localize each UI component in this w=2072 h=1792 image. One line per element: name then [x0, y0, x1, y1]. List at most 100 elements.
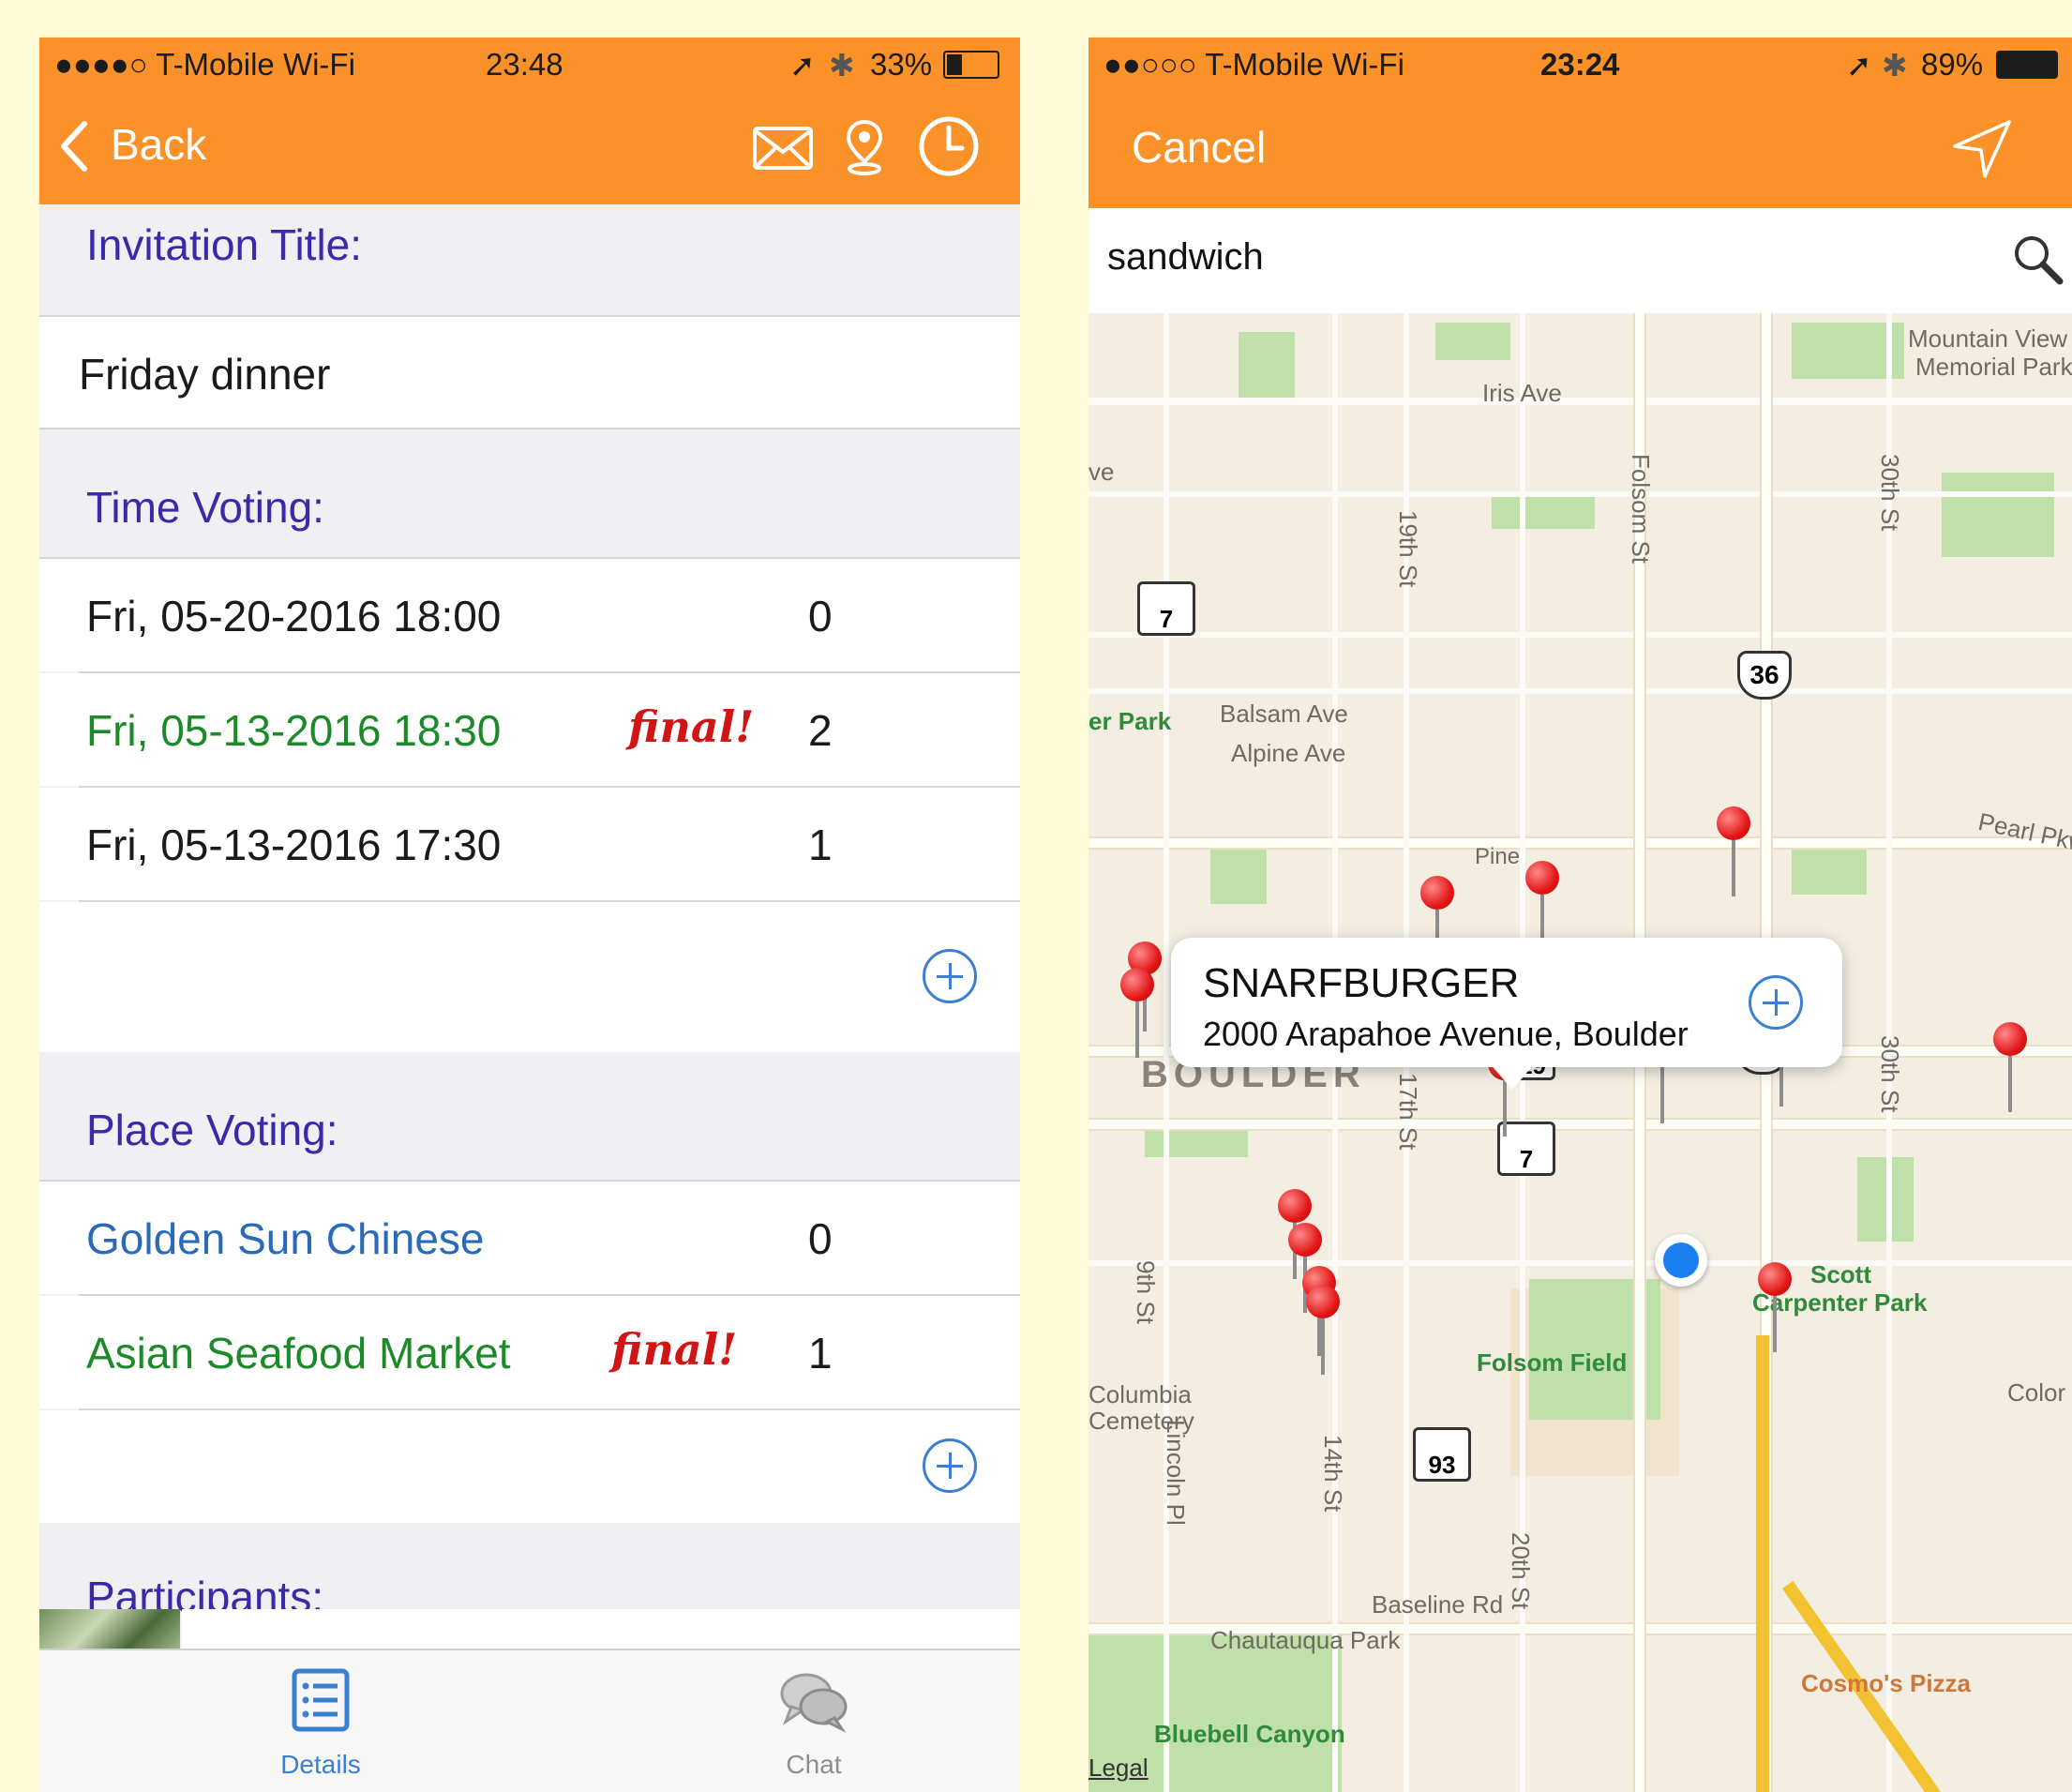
participant-avatar[interactable]	[39, 1609, 180, 1649]
add-place-row	[39, 1410, 1020, 1523]
cancel-button[interactable]: Cancel	[1132, 122, 1266, 173]
street-label: 14th St	[1319, 1435, 1347, 1513]
battery-icon	[943, 51, 999, 79]
bluetooth-icon: ✱	[829, 48, 855, 83]
battery-percent: 33%	[870, 47, 933, 82]
street-label: ve	[1089, 458, 1115, 486]
carrier: ●●○○○ T-Mobile Wi-Fi	[1104, 47, 1404, 82]
clock: 23:24	[1540, 47, 1620, 82]
park-area	[1857, 1157, 1914, 1242]
street-label: 20th St	[1507, 1532, 1535, 1610]
vote-count: 2	[808, 706, 833, 755]
result-pin[interactable]	[1993, 1022, 2027, 1112]
poi-label: Cosmo's Pizza	[1801, 1669, 1972, 1697]
place-voting-label: Place Voting:	[86, 1106, 338, 1154]
road	[1089, 632, 2072, 638]
street-label: 9th St	[1132, 1260, 1160, 1324]
road	[1089, 838, 2072, 848]
carrier: ●●●●○ T-Mobile Wi-Fi	[54, 47, 355, 82]
add-place-button[interactable]	[1749, 975, 1803, 1030]
road	[1089, 398, 2072, 405]
add-place-button[interactable]	[923, 1438, 977, 1493]
result-pin[interactable]	[1645, 1033, 1679, 1123]
nav-bar: Cancel	[1089, 90, 2072, 203]
poi-label: Cemetery	[1089, 1407, 1194, 1435]
street-label: Pearl Pkwy	[1975, 806, 2072, 861]
street-label: 17th St	[1394, 1073, 1422, 1151]
battery-percent: 89%	[1921, 47, 1984, 82]
place-callout[interactable]: SNARFBURGER 2000 Arapahoe Avenue, Boulde…	[1171, 938, 1842, 1090]
envelope-icon[interactable]	[752, 126, 814, 171]
location-pin-icon[interactable]	[844, 118, 885, 176]
road	[1089, 491, 2072, 497]
park-area	[1210, 838, 1267, 904]
tab-bar: Details Chat	[39, 1649, 1020, 1792]
vote-count: 1	[808, 821, 833, 869]
street-label: 30th St	[1876, 1035, 1904, 1113]
tab-chat-label: Chat	[786, 1750, 842, 1779]
us-route-shield: 36	[1737, 651, 1792, 700]
time-option-label: Fri, 05-13-2016 18:30	[86, 706, 502, 755]
list-icon	[292, 1668, 350, 1732]
location-arrow-icon: ➚	[789, 48, 816, 83]
tab-details-label: Details	[280, 1750, 361, 1779]
highway	[1756, 1335, 1769, 1792]
search-icon[interactable]	[2011, 233, 2065, 287]
street-label: 30th St	[1876, 454, 1904, 532]
status-bar: ●●●●○ T-Mobile Wi-Fi 23:48 ➚ ✱ 33%	[39, 38, 1020, 90]
vote-count: 0	[808, 592, 833, 640]
tab-chat[interactable]: Chat	[720, 1660, 908, 1791]
status-bar: ●●○○○ T-Mobile Wi-Fi 23:24 ➚ ✱ 89%	[1089, 38, 2072, 90]
park-label: Scott	[1810, 1260, 1871, 1288]
add-time-row	[39, 902, 1020, 1052]
bluetooth-icon: ✱	[1882, 48, 1908, 83]
street-label: Iris Ave	[1482, 379, 1562, 407]
result-pin[interactable]	[1306, 1285, 1340, 1375]
poi-label: Memorial Park	[1915, 353, 2072, 381]
result-pin[interactable]	[1120, 968, 1154, 1058]
participant-row	[182, 1609, 1020, 1649]
time-voting-label: Time Voting:	[86, 483, 324, 532]
add-time-button[interactable]	[923, 949, 977, 1003]
search-input[interactable]: sandwich	[1107, 236, 1264, 279]
legal-link[interactable]: Legal	[1089, 1754, 1149, 1783]
vote-count: 0	[808, 1214, 833, 1263]
final-badge: final!	[628, 701, 755, 752]
poi-label: Color	[2007, 1378, 2066, 1407]
final-badge: final!	[611, 1324, 738, 1375]
street-label: Baseline Rd	[1372, 1590, 1504, 1619]
result-pin[interactable]	[1758, 1262, 1792, 1352]
place-option-label: Golden Sun Chinese	[86, 1214, 485, 1263]
street-label: Alpine Ave	[1231, 739, 1346, 767]
road	[1089, 1260, 2072, 1266]
nav-bar: Back	[39, 90, 1020, 203]
place-option-label: Asian Seafood Market	[86, 1329, 511, 1378]
time-option-row[interactable]: Fri, 05-20-2016 18:00 0	[39, 559, 1020, 671]
state-route-shield: 7	[1137, 581, 1195, 636]
clock: 23:48	[486, 47, 563, 82]
road	[1089, 1120, 2072, 1129]
callout-pointer	[1490, 1063, 1535, 1090]
tab-details[interactable]: Details	[227, 1660, 414, 1791]
navigation-arrow-icon[interactable]	[1951, 118, 2013, 180]
time-option-row[interactable]: Fri, 05-13-2016 18:30 final! 2	[39, 673, 1020, 786]
park-label: Folsom Field	[1477, 1348, 1628, 1377]
vote-count: 1	[808, 1329, 833, 1378]
place-option-row[interactable]: Asian Seafood Market final! 1	[39, 1296, 1020, 1408]
time-option-label: Fri, 05-20-2016 18:00	[86, 592, 502, 640]
clock-icon[interactable]	[917, 114, 981, 178]
road	[1164, 313, 1169, 1792]
place-option-row[interactable]: Golden Sun Chinese 0	[39, 1182, 1020, 1294]
callout-subtitle: 2000 Arapahoe Avenue, Boulder	[1203, 1015, 1689, 1053]
back-label: Back	[111, 120, 207, 169]
result-pin[interactable]	[1717, 806, 1750, 896]
time-option-row[interactable]: Fri, 05-13-2016 17:30 1	[39, 788, 1020, 900]
search-bar[interactable]: sandwich	[1089, 208, 2072, 315]
poi-label: Chautauqua Park	[1210, 1626, 1401, 1654]
park-label: Bluebell Canyon	[1154, 1720, 1345, 1748]
street-label: 19th St	[1394, 510, 1422, 588]
time-voting-header: Time Voting:	[39, 429, 1020, 557]
invitation-title-field[interactable]: Friday dinner	[39, 317, 1020, 428]
poi-label: Mountain View	[1908, 324, 2068, 353]
street-label: Balsam Ave	[1220, 700, 1348, 728]
